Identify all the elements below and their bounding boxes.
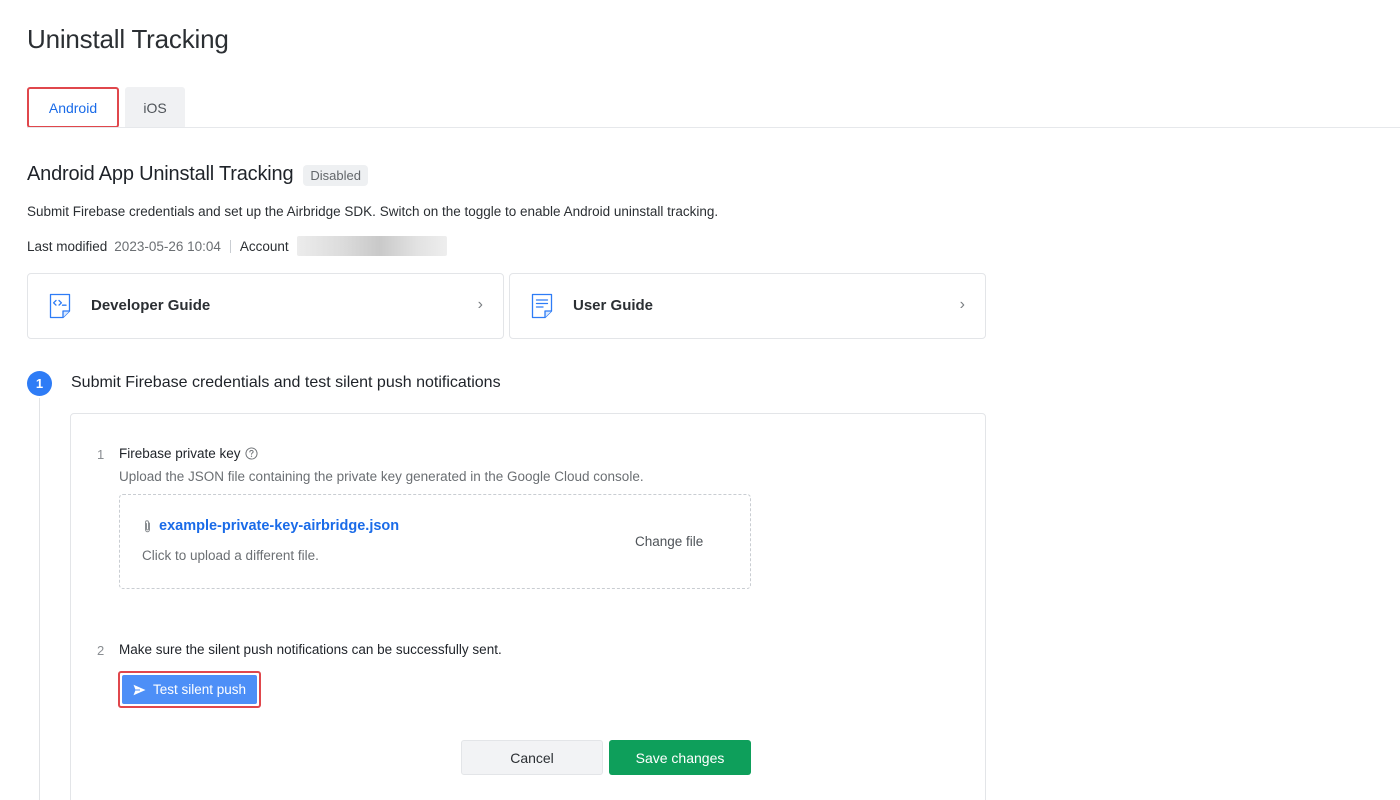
change-file-button[interactable]: Change file (635, 534, 703, 549)
test-silent-push-label: Test silent push (152, 682, 247, 697)
tab-ios[interactable]: iOS (125, 87, 185, 128)
test-silent-push-button-body: Test silent push (122, 675, 257, 704)
last-modified-value: 2023-05-26 10:04 (114, 238, 221, 254)
chevron-right-icon: › (477, 296, 483, 313)
section-description: Submit Firebase credentials and set up t… (27, 204, 719, 219)
uploaded-file: example-private-key-airbridge.json (142, 518, 399, 534)
upload-hint: Click to upload a different file. (142, 548, 319, 563)
tab-android[interactable]: Android (27, 87, 119, 128)
step-connector-line (39, 398, 40, 800)
developer-guide-card[interactable]: Developer Guide › (27, 273, 504, 339)
tabs-divider (27, 127, 1400, 128)
firebase-key-description: Upload the JSON file containing the priv… (119, 469, 644, 484)
firebase-key-label: Firebase private key (119, 446, 258, 461)
firebase-key-label-text: Firebase private key (119, 446, 241, 461)
user-guide-label: User Guide (573, 297, 654, 314)
paperclip-icon (145, 519, 150, 532)
item-number: 2 (97, 643, 105, 658)
send-icon (133, 684, 146, 695)
section-header: Android App Uninstall Tracking Disabled (27, 162, 368, 186)
code-document-icon (49, 293, 71, 319)
step-title: Submit Firebase credentials and test sil… (71, 374, 501, 391)
user-guide-card[interactable]: User Guide › (509, 273, 986, 339)
status-badge: Disabled (303, 165, 368, 186)
last-modified-label: Last modified (27, 238, 108, 254)
silent-push-instruction: Make sure the silent push notifications … (119, 642, 502, 657)
step-number-badge: 1 (27, 371, 52, 396)
chevron-right-icon: › (959, 296, 965, 313)
account-label: Account (239, 238, 289, 254)
item-number: 1 (97, 447, 105, 462)
platform-tabs: Android iOS (27, 87, 185, 128)
account-value-redacted (296, 236, 447, 256)
developer-guide-label: Developer Guide (91, 297, 211, 314)
meta-separator (229, 239, 231, 253)
section-title: Android App Uninstall Tracking (27, 162, 294, 185)
document-icon (531, 293, 553, 319)
page-title: Uninstall Tracking (27, 24, 229, 54)
cancel-button[interactable]: Cancel (461, 740, 603, 775)
test-silent-push-button[interactable]: Test silent push (118, 671, 261, 708)
save-changes-button[interactable]: Save changes (609, 740, 751, 775)
meta-info: Last modified 2023-05-26 10:04 Account (27, 236, 447, 256)
file-name-link[interactable]: example-private-key-airbridge.json (159, 518, 399, 534)
help-circle-icon[interactable] (245, 447, 258, 460)
